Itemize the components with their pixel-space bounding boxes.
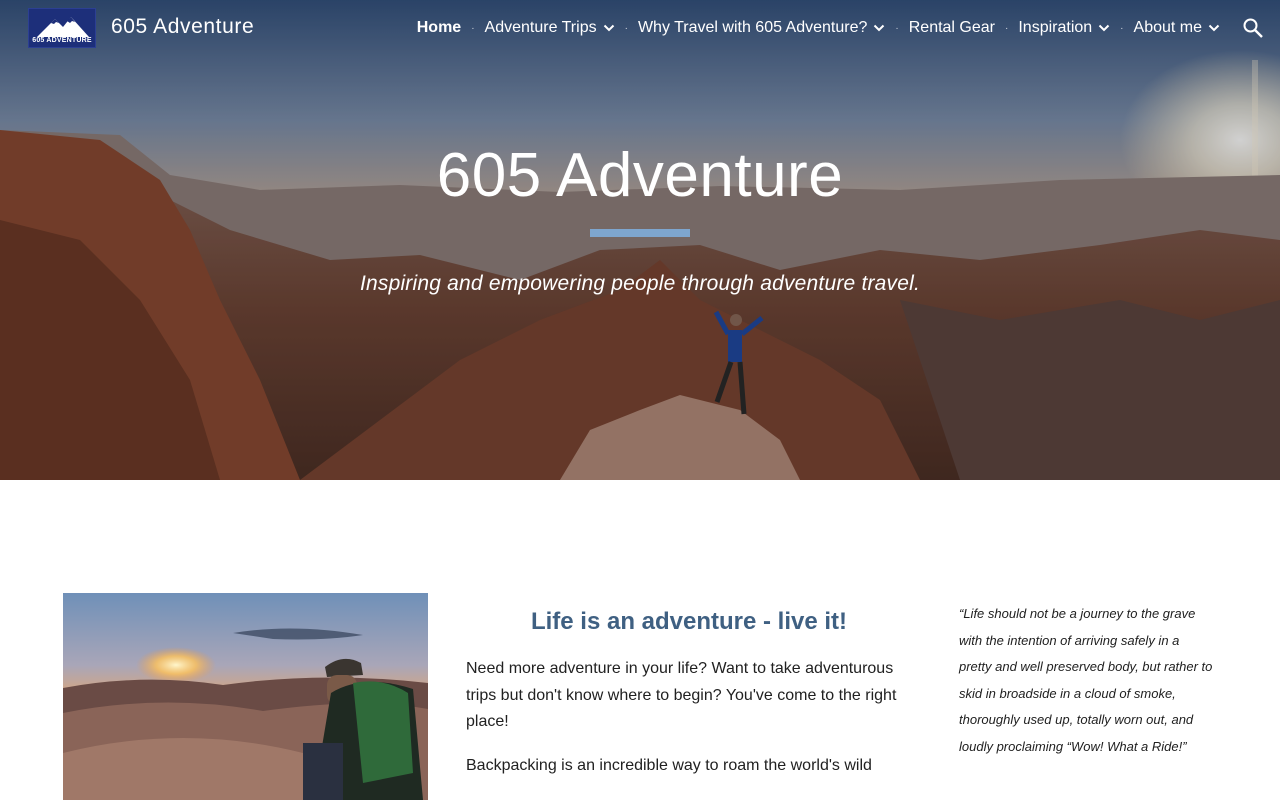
- nav-item-rental-gear[interactable]: Rental Gear: [909, 19, 995, 37]
- nav-separator: ·: [1005, 22, 1009, 34]
- nav-item-why-travel[interactable]: Why Travel with 605 Adventure?: [638, 19, 885, 37]
- nav-item-adventure-trips[interactable]: Adventure Trips: [485, 19, 615, 37]
- backpacker-sunset-photo: [63, 593, 428, 800]
- hero-overlay: [0, 0, 1280, 480]
- nav-item-label: Rental Gear: [908, 19, 995, 36]
- inspirational-quote: “Life should not be a journey to the gra…: [959, 606, 1213, 754]
- hero-banner: 605 ADVENTURE 605 Adventure Home · Adven…: [0, 0, 1280, 480]
- hero-title: 605 Adventure: [436, 141, 844, 210]
- top-navigation: 605 ADVENTURE 605 Adventure Home · Adven…: [0, 0, 1280, 56]
- nav-item-label: Why Travel with 605 Adventure?: [637, 19, 868, 36]
- nav-separator: ·: [1120, 22, 1124, 34]
- backpacking-paragraph: Backpacking is an incredible way to roam…: [466, 756, 872, 774]
- chevron-down-icon[interactable]: [873, 22, 885, 34]
- nav-item-home[interactable]: Home: [417, 19, 461, 37]
- nav-item-inspiration[interactable]: Inspiration: [1018, 19, 1110, 37]
- site-title[interactable]: 605 Adventure: [111, 15, 254, 39]
- sunset-dunes-image: [63, 593, 428, 800]
- hero-subtitle: Inspiring and empowering people through …: [359, 272, 921, 295]
- nav-item-label: Adventure Trips: [484, 19, 597, 36]
- hero-divider: [590, 229, 690, 237]
- search-icon[interactable]: [1242, 17, 1264, 39]
- logo-text: 605 ADVENTURE: [32, 37, 92, 44]
- main-menu: Home · Adventure Trips · Why Travel with…: [417, 17, 1220, 39]
- nav-item-label: Inspiration: [1018, 19, 1093, 36]
- nav-item-label: About me: [1133, 19, 1202, 36]
- nav-item-label: Home: [416, 19, 462, 36]
- site-logo[interactable]: 605 ADVENTURE: [28, 8, 96, 48]
- nav-separator: ·: [471, 22, 475, 34]
- nav-item-about-me[interactable]: About me: [1134, 19, 1220, 37]
- chevron-down-icon[interactable]: [1208, 22, 1220, 34]
- intro-paragraph: Need more adventure in your life? Want t…: [466, 660, 897, 730]
- intro-section: Life is an adventure - live it! Need mor…: [466, 608, 906, 779]
- chevron-down-icon[interactable]: [1098, 22, 1110, 34]
- section-heading: Life is an adventure - live it!: [530, 608, 848, 635]
- chevron-down-icon[interactable]: [603, 22, 615, 34]
- nav-separator: ·: [624, 22, 628, 34]
- nav-separator: ·: [895, 22, 899, 34]
